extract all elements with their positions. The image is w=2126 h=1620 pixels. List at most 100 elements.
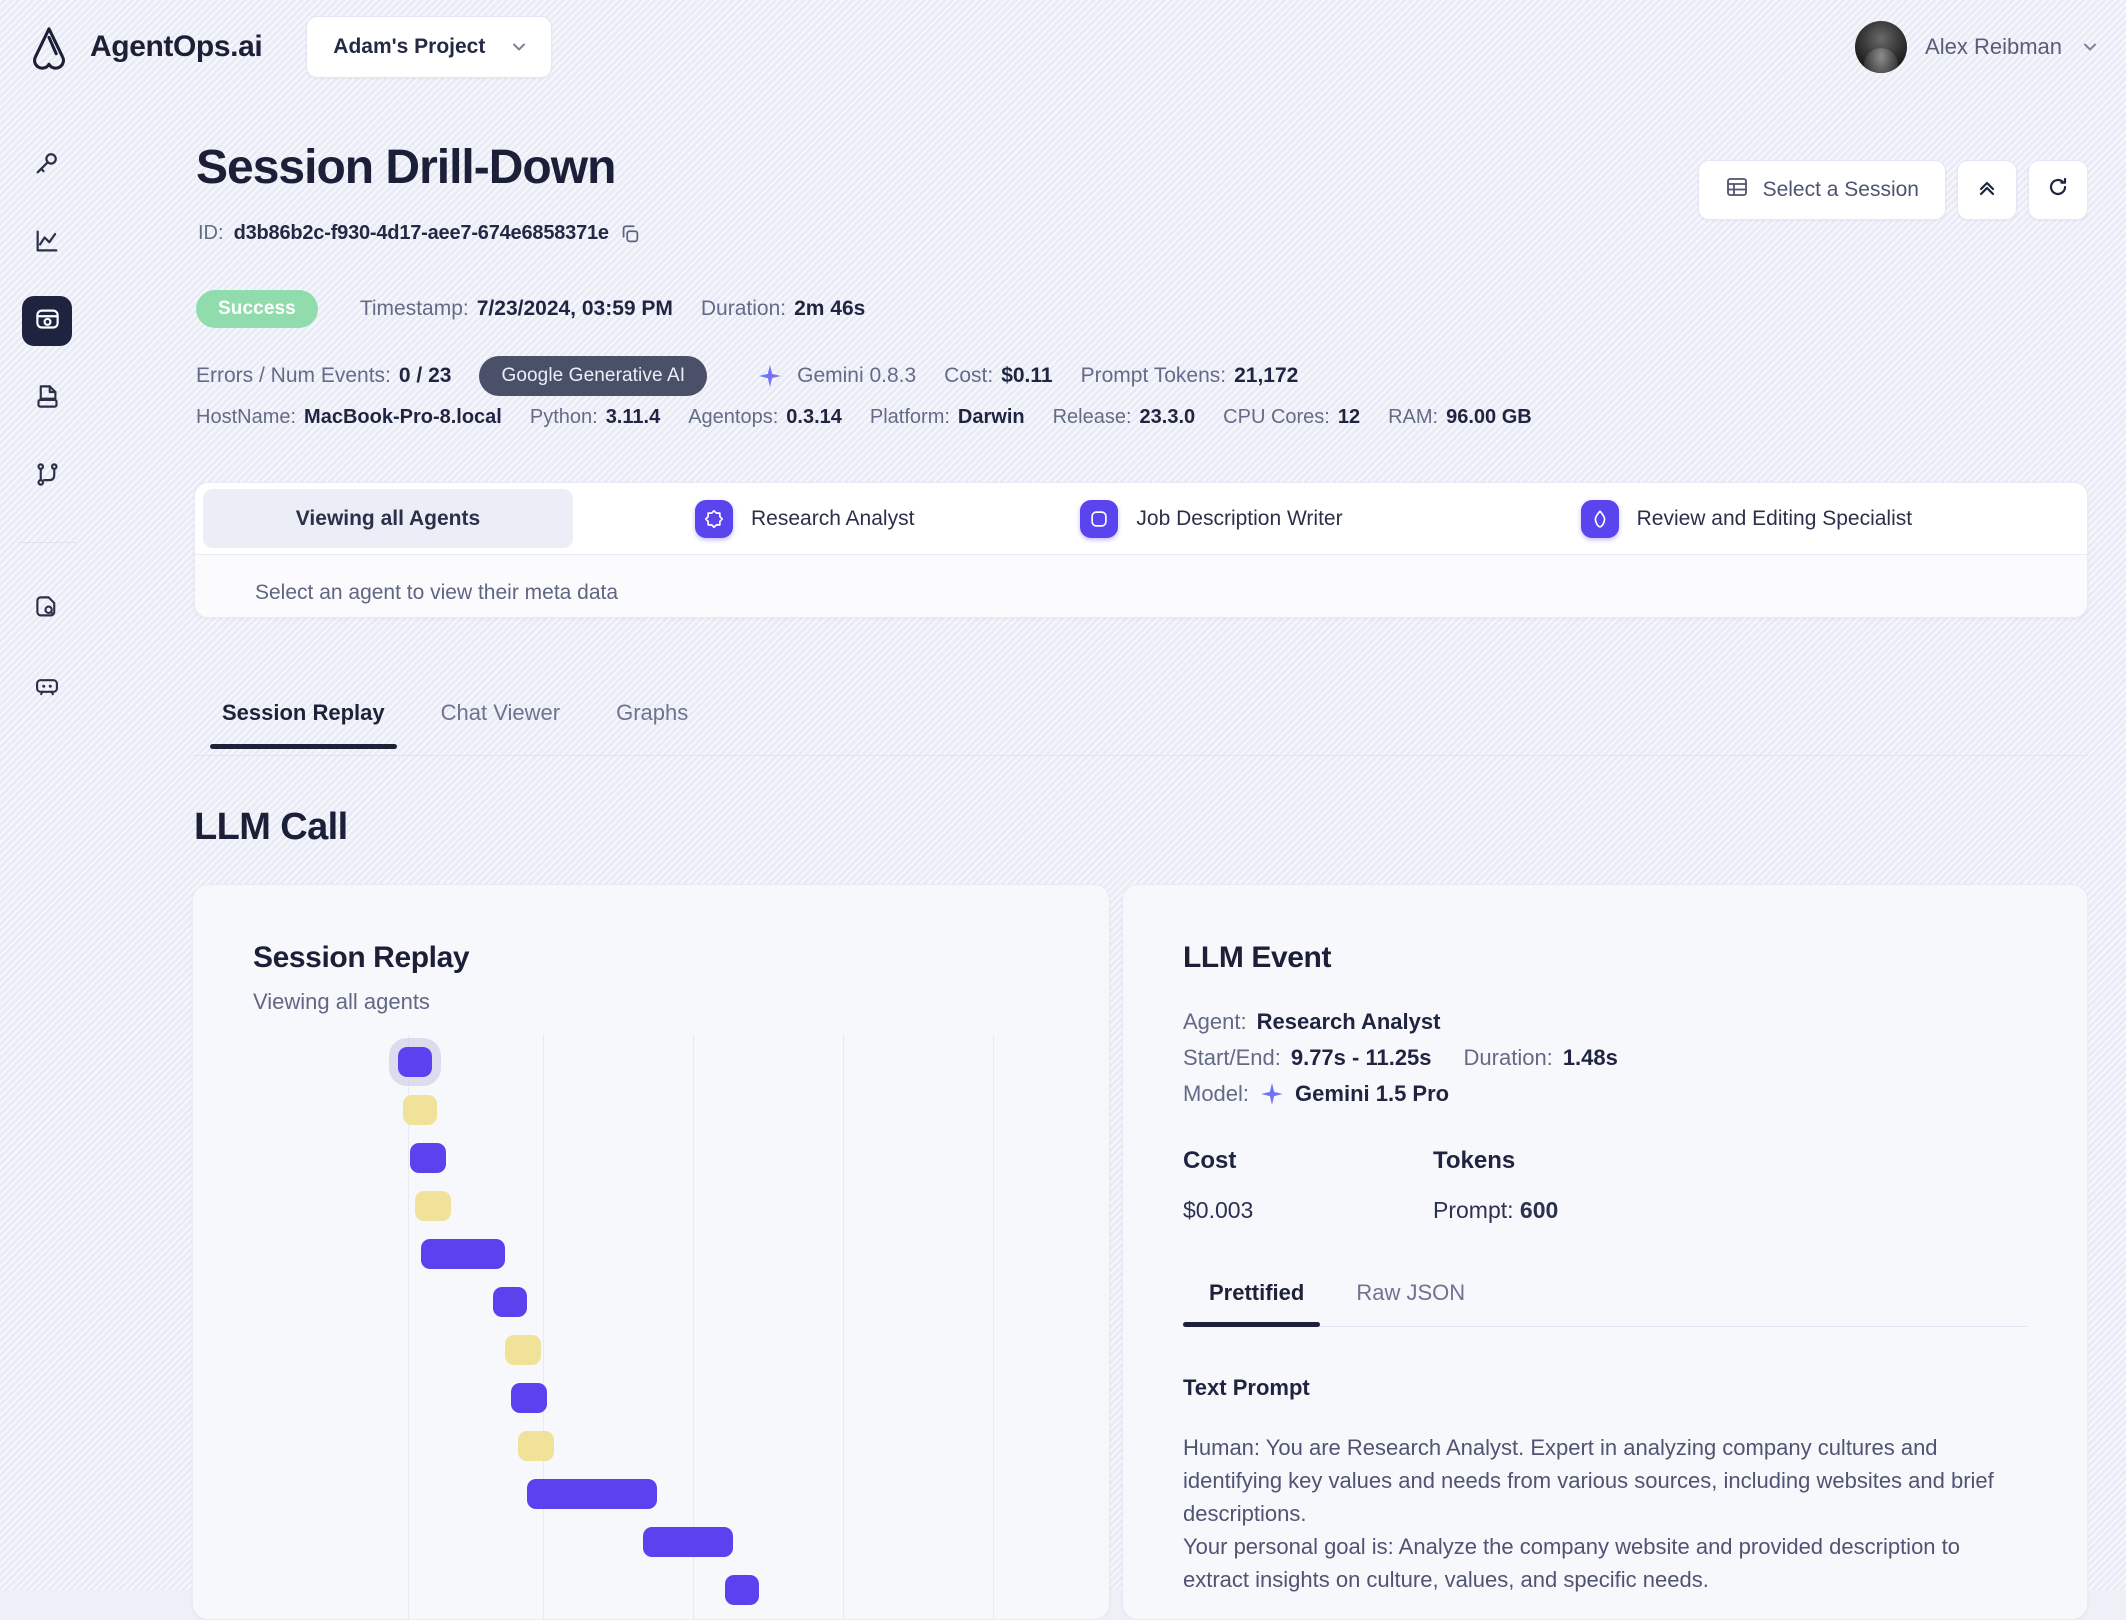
select-session-button[interactable]: Select a Session <box>1698 160 1946 220</box>
python-label: Python: <box>530 406 598 429</box>
robot-icon <box>34 305 61 337</box>
subtab-label: Prettified <box>1209 1280 1304 1305</box>
llm-startend-value: 9.77s - 11.25s <box>1291 1045 1432 1071</box>
agents-hint: Select an agent to view their meta data <box>195 555 2087 605</box>
session-id-row: ID: d3b86b2c-f930-4d17-aee7-674e6858371e <box>198 222 641 245</box>
agentops-logo-icon <box>26 24 72 70</box>
key-icon <box>33 149 61 182</box>
llm-cost-value: $0.003 <box>1183 1197 1433 1224</box>
gantt-bar[interactable] <box>415 1191 451 1221</box>
page-title: Session Drill-Down <box>196 140 615 195</box>
cpu-cores-label: CPU Cores: <box>1223 406 1330 429</box>
agent-tab-list: Viewing all Agents Research Analyst Job … <box>195 483 2087 555</box>
flow-branch-icon <box>34 461 61 493</box>
gantt-bar[interactable] <box>527 1479 657 1509</box>
gantt-bar[interactable] <box>421 1239 505 1269</box>
timestamp-value: 7/23/2024, 03:59 PM <box>477 297 673 321</box>
sidebar-item-analytics[interactable] <box>22 218 72 268</box>
prompt-text: Human: You are Research Analyst. Expert … <box>1183 1431 2027 1596</box>
session-replay-gantt[interactable] <box>193 1035 1109 1619</box>
project-selector[interactable]: Adam's Project <box>306 16 552 78</box>
sidebar-item-discord[interactable] <box>22 663 72 713</box>
tab-session-replay[interactable]: Session Replay <box>194 694 413 748</box>
sidebar-item-workflows[interactable] <box>22 452 72 502</box>
gantt-bar[interactable] <box>643 1527 733 1557</box>
agent-tab-label: Research Analyst <box>751 507 914 531</box>
avatar <box>1855 21 1907 73</box>
errors-value: 0 / 23 <box>399 364 452 388</box>
status-badge: Success <box>196 290 318 328</box>
hostname-label: HostName: <box>196 406 296 429</box>
chevron-down-icon <box>2080 37 2100 57</box>
user-menu[interactable]: Alex Reibman <box>1855 0 2100 94</box>
collapse-button[interactable] <box>1957 160 2017 220</box>
chevron-down-icon <box>509 37 529 57</box>
meta-row-system: HostName: MacBook-Pro-8.local Python: 3.… <box>196 406 1532 429</box>
llm-duration-label: Duration: <box>1464 1045 1553 1071</box>
gantt-bar[interactable] <box>410 1143 446 1173</box>
subtab-label: Raw JSON <box>1356 1280 1465 1305</box>
discord-icon <box>33 672 61 705</box>
sidebar-item-documents[interactable] <box>22 374 72 424</box>
refresh-icon <box>2046 175 2070 205</box>
session-replay-title: Session Replay <box>253 941 1049 975</box>
meta-row-status: Success Timestamp: 7/23/2024, 03:59 PM D… <box>196 290 865 328</box>
gantt-bar[interactable] <box>518 1431 554 1461</box>
doc-icon <box>34 383 61 415</box>
gemini-spark-icon <box>757 363 783 389</box>
llm-agent-label: Agent: <box>1183 1009 1247 1035</box>
tab-label: Session Replay <box>222 700 385 725</box>
header-actions: Select a Session <box>1698 160 2088 220</box>
user-name: Alex Reibman <box>1925 34 2062 60</box>
llm-duration-value: 1.48s <box>1563 1045 1618 1071</box>
agent-diamond-icon <box>1581 500 1619 538</box>
llm-agent-value: Research Analyst <box>1257 1009 1441 1035</box>
llm-model-row: Model: Gemini 1.5 Pro <box>1183 1081 2027 1107</box>
agent-tab-all[interactable]: Viewing all Agents <box>203 489 573 548</box>
sidebar-divider <box>18 542 76 543</box>
model-value: Gemini 0.8.3 <box>797 364 916 388</box>
project-selector-label: Adam's Project <box>333 35 485 59</box>
gemini-spark-icon <box>1259 1081 1285 1107</box>
agent-square-icon <box>1080 500 1118 538</box>
agent-tab-research-analyst[interactable]: Research Analyst <box>661 483 948 554</box>
llm-tokens-prompt-value: 600 <box>1520 1197 1558 1223</box>
select-session-label: Select a Session <box>1763 178 1919 202</box>
tab-graphs[interactable]: Graphs <box>588 694 716 748</box>
platform-value: Darwin <box>958 406 1025 429</box>
cost-label: Cost: <box>944 364 993 388</box>
tab-chat-viewer[interactable]: Chat Viewer <box>413 694 588 748</box>
chart-line-icon <box>33 227 61 260</box>
agentops-label: Agentops: <box>688 406 778 429</box>
agent-tab-review-and-editing-specialist[interactable]: Review and Editing Specialist <box>1547 483 1946 554</box>
sidebar-item-api-keys[interactable] <box>22 140 72 190</box>
gantt-gridline <box>993 1035 994 1619</box>
gantt-bar[interactable] <box>403 1095 437 1125</box>
gantt-bar[interactable] <box>505 1335 541 1365</box>
gantt-bar[interactable] <box>725 1575 759 1605</box>
agent-tab-label: Job Description Writer <box>1136 507 1342 531</box>
doc-search-icon <box>34 594 61 626</box>
sidebar-item-docs-search[interactable] <box>22 585 72 635</box>
llm-tokens-row: Prompt: 600 <box>1433 1197 1683 1224</box>
brand: AgentOps.ai <box>26 24 262 70</box>
session-id-label: ID: <box>198 222 224 245</box>
subtab-prettified[interactable]: Prettified <box>1183 1276 1330 1326</box>
gantt-bar[interactable] <box>511 1383 547 1413</box>
duration-label: Duration: <box>701 297 786 321</box>
gantt-bar[interactable] <box>493 1287 527 1317</box>
llm-subtabs: Prettified Raw JSON <box>1183 1276 2027 1327</box>
llm-cost-tokens-headers: Cost $0.003 Tokens Prompt: 600 <box>1183 1147 2027 1224</box>
copy-icon[interactable] <box>619 223 641 245</box>
refresh-button[interactable] <box>2028 160 2088 220</box>
agent-tab-job-description-writer[interactable]: Job Description Writer <box>1046 483 1376 554</box>
meta-row-events: Errors / Num Events: 0 / 23 Google Gener… <box>196 356 1298 396</box>
brand-name: AgentOps.ai <box>90 30 262 64</box>
llm-event-panel: LLM Event Agent: Research Analyst Start/… <box>1122 884 2088 1620</box>
sidebar-item-sessions[interactable] <box>22 296 72 346</box>
gantt-bar-selected[interactable] <box>398 1047 432 1077</box>
llm-event-title: LLM Event <box>1183 941 2027 975</box>
llm-tokens-header: Tokens <box>1433 1147 1683 1175</box>
view-tabs: Session Replay Chat Viewer Graphs <box>194 694 2088 756</box>
subtab-raw-json[interactable]: Raw JSON <box>1330 1276 1491 1326</box>
